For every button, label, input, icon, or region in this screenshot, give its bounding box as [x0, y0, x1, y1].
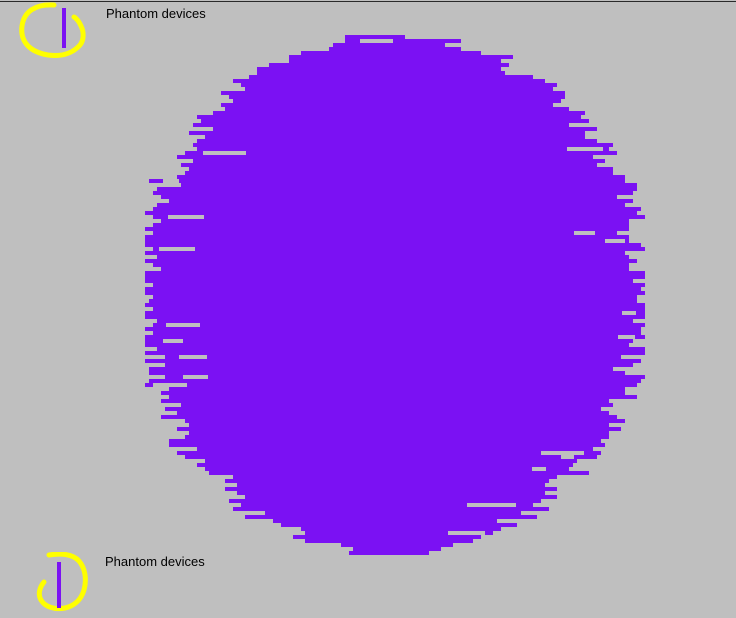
annotation-bottom: Phantom devices	[35, 552, 205, 618]
main-pixelated-circle	[145, 35, 645, 555]
annotation-top-mark	[18, 2, 96, 62]
annotation-top-label: Phantom devices	[106, 6, 206, 21]
annotation-bottom-mark	[35, 552, 95, 618]
annotation-bottom-label: Phantom devices	[105, 554, 205, 569]
